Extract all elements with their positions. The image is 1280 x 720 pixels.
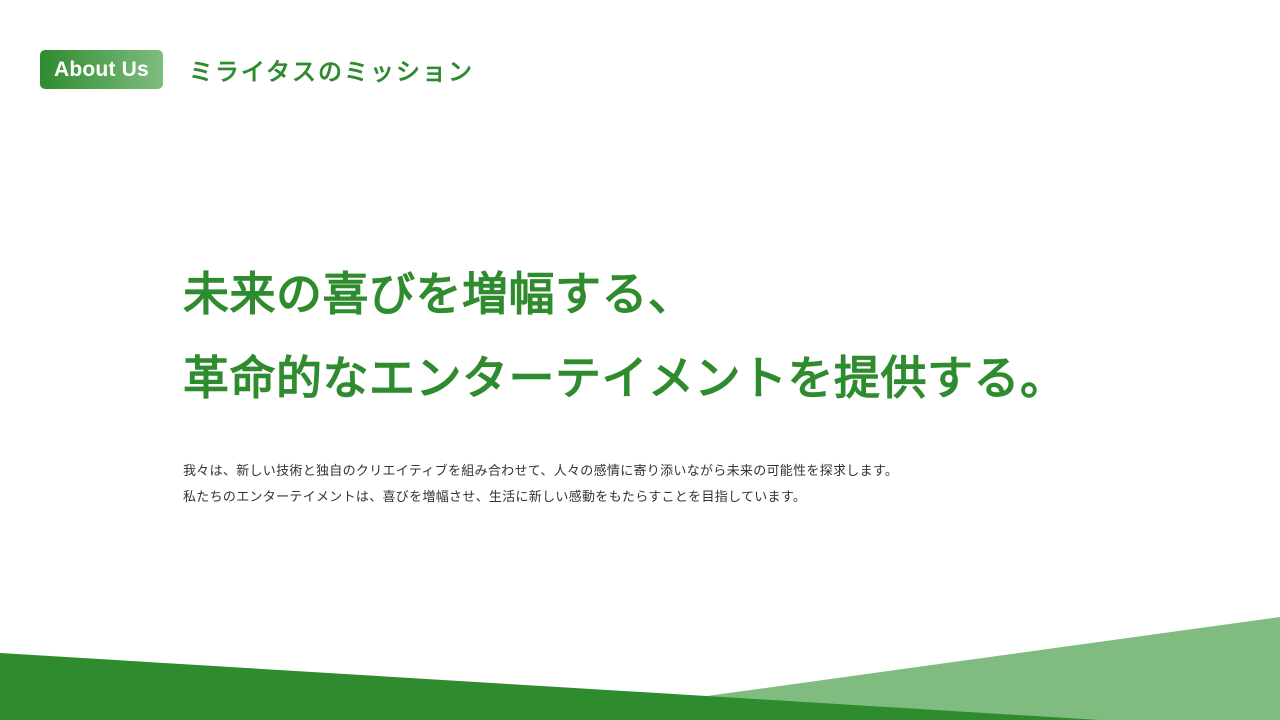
section-title: ミライタスのミッション: [188, 58, 474, 86]
about-us-badge: About Us: [40, 50, 163, 89]
dark-green-wedge: [0, 653, 1100, 720]
light-green-wedge: [620, 617, 1280, 720]
description-line-2: 私たちのエンターテイメントは、喜びを増幅させ、生活に新しい感動をもたらすことを目…: [183, 490, 807, 505]
description-line-1: 我々は、新しい技術と独自のクリエイティブを組み合わせて、人々の感情に寄り添いなが…: [183, 464, 899, 479]
header: About Us ミライタスのミッション: [40, 50, 474, 89]
headline-line-1: 未来の喜びを増幅する、: [183, 267, 695, 321]
slide: About Us ミライタスのミッション 未来の喜びを増幅する、 革命的なエンタ…: [0, 0, 1280, 720]
headline-line-2: 革命的なエンターテイメントを提供する。: [183, 351, 1067, 405]
headline: 未来の喜びを増幅する、 革命的なエンターテイメントを提供する。: [183, 252, 1243, 420]
description: 我々は、新しい技術と独自のクリエイティブを組み合わせて、人々の感情に寄り添いなが…: [183, 459, 1083, 511]
